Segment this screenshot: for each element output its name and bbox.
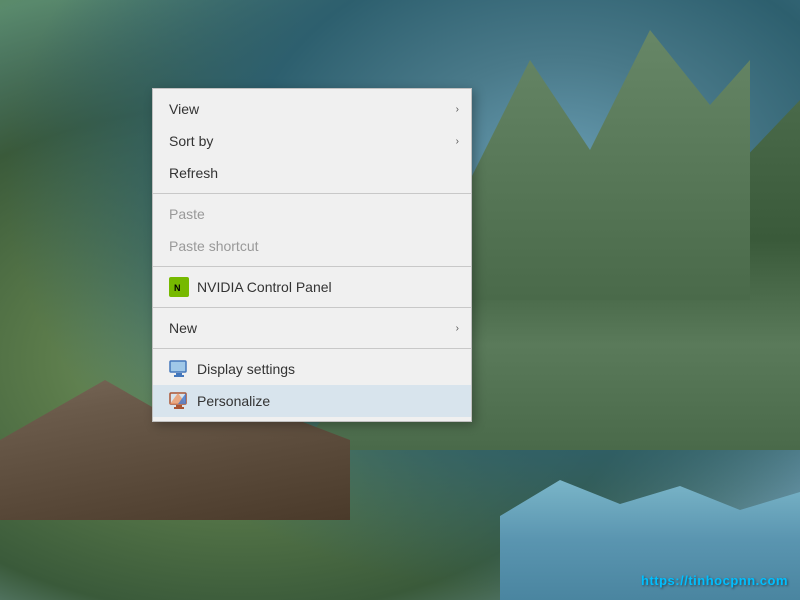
context-menu: View › Sort by › Refresh Paste Paste sho… <box>152 88 472 422</box>
menu-item-new[interactable]: New › <box>153 312 471 344</box>
menu-item-paste[interactable]: Paste <box>153 198 471 230</box>
separator-2 <box>153 266 471 267</box>
chevron-icon: › <box>456 136 459 147</box>
menu-item-new-label: New <box>169 320 456 336</box>
menu-item-personalize-label: Personalize <box>197 393 459 409</box>
menu-item-personalize[interactable]: Personalize <box>153 385 471 417</box>
menu-item-view-label: View <box>169 101 456 117</box>
menu-item-refresh-label: Refresh <box>169 165 459 181</box>
menu-item-nvidia-label: NVIDIA Control Panel <box>197 279 459 295</box>
menu-item-paste-shortcut[interactable]: Paste shortcut <box>153 230 471 262</box>
menu-item-paste-label: Paste <box>169 206 459 222</box>
display-settings-icon <box>169 359 189 379</box>
watermark: https://tinhocpnn.com <box>641 573 788 588</box>
svg-text:N: N <box>174 283 181 293</box>
menu-item-display-settings-label: Display settings <box>197 361 459 377</box>
nvidia-icon: N <box>169 277 189 297</box>
personalize-icon <box>169 391 189 411</box>
chevron-icon: › <box>456 323 459 334</box>
menu-item-refresh[interactable]: Refresh <box>153 157 471 189</box>
menu-item-nvidia[interactable]: N NVIDIA Control Panel <box>153 271 471 303</box>
menu-item-view[interactable]: View › <box>153 93 471 125</box>
separator-1 <box>153 193 471 194</box>
menu-item-paste-shortcut-label: Paste shortcut <box>169 238 459 254</box>
menu-item-sort-by[interactable]: Sort by › <box>153 125 471 157</box>
separator-3 <box>153 307 471 308</box>
separator-4 <box>153 348 471 349</box>
chevron-icon: › <box>456 104 459 115</box>
menu-item-display-settings[interactable]: Display settings <box>153 353 471 385</box>
menu-item-sort-by-label: Sort by <box>169 133 456 149</box>
